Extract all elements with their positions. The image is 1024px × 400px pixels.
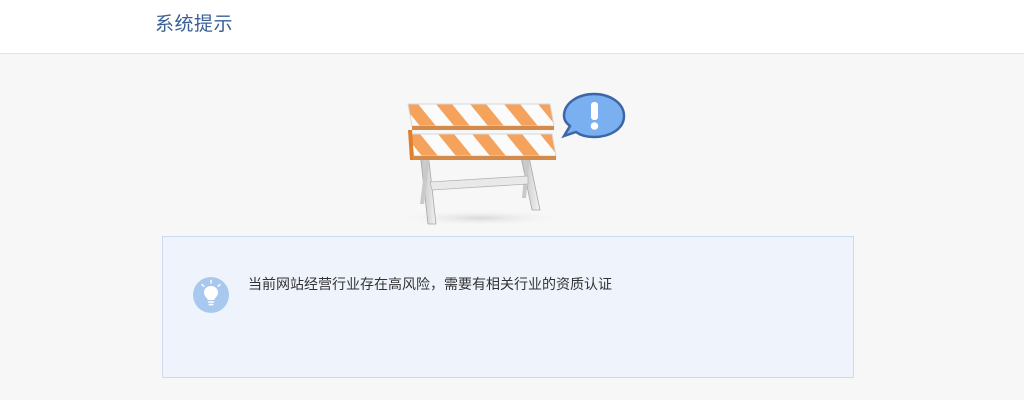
road-barrier-icon bbox=[395, 92, 626, 226]
exclamation-bubble-icon bbox=[561, 92, 626, 139]
notice-message: 当前网站经营行业存在高风险，需要有相关行业的资质认证 bbox=[248, 277, 612, 293]
page-header: 系统提示 bbox=[0, 0, 1024, 54]
page-title: 系统提示 bbox=[155, 13, 234, 35]
warning-illustration bbox=[380, 86, 640, 231]
notice-box: 当前网站经营行业存在高风险，需要有相关行业的资质认证 bbox=[162, 236, 854, 378]
lightbulb-icon bbox=[193, 277, 229, 313]
